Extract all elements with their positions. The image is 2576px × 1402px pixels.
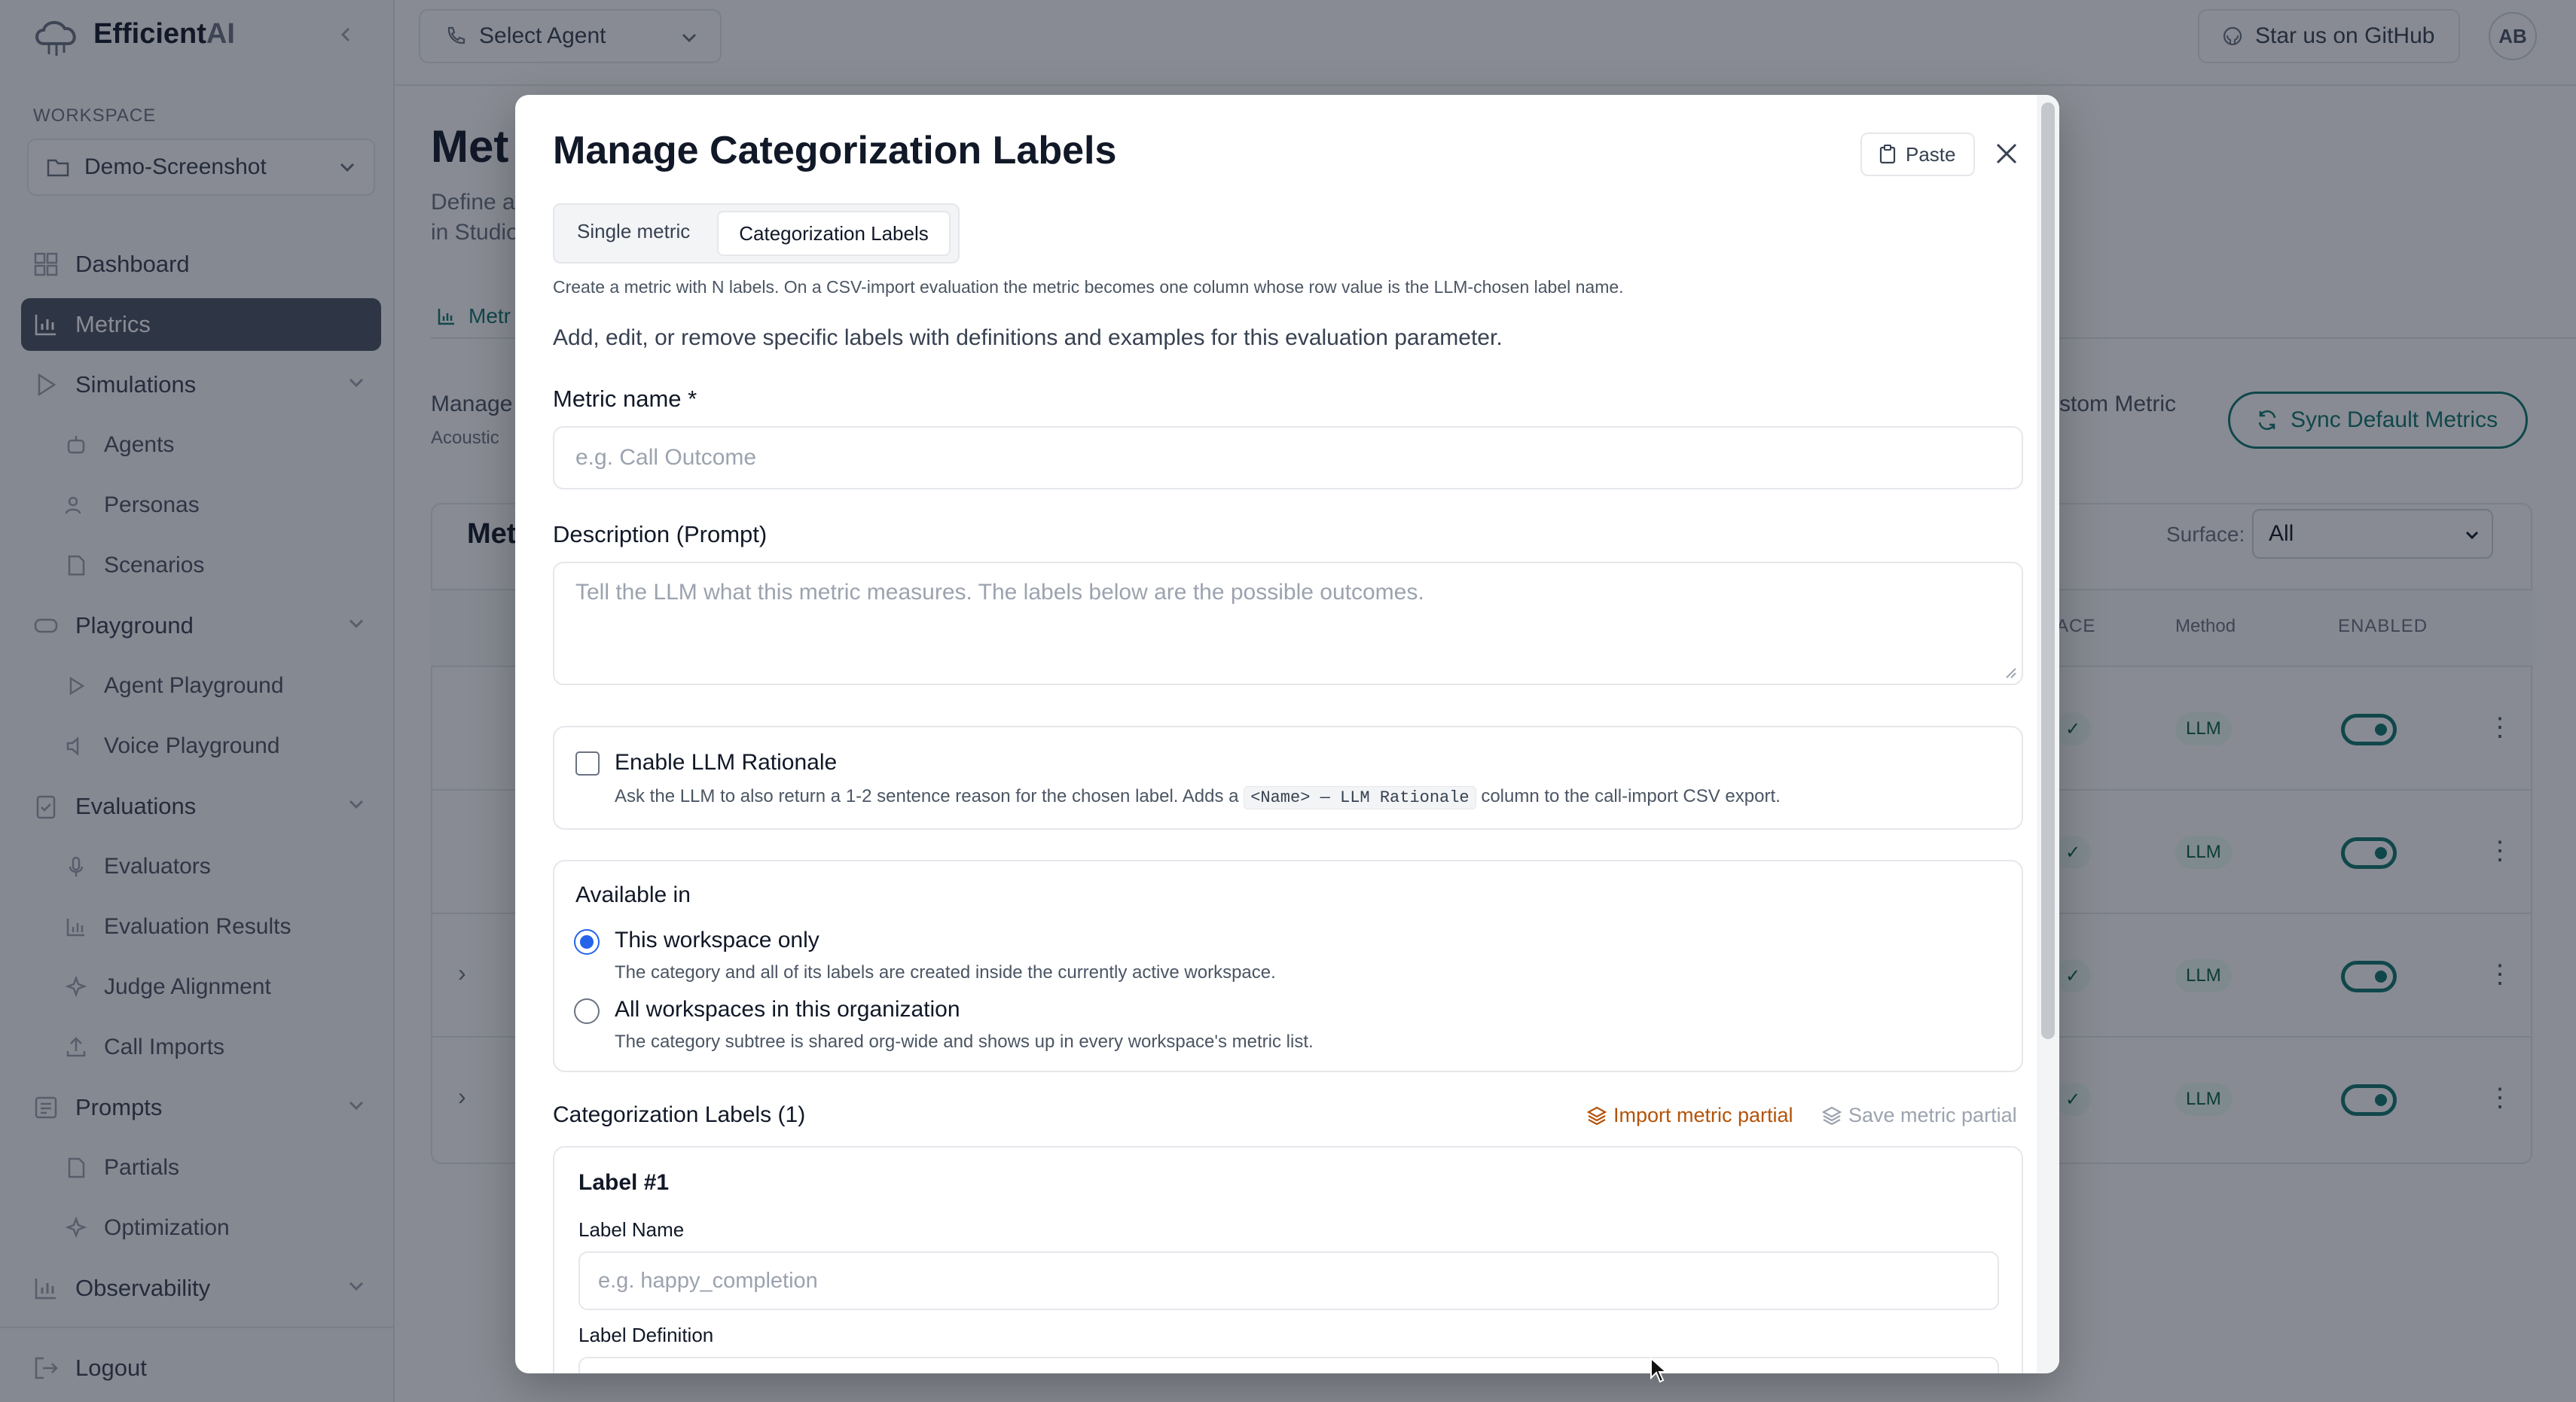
availability-card: Available in This workspace only The cat…: [553, 860, 2023, 1072]
import-partial-label: Import metric partial: [1613, 1104, 1793, 1126]
rationale-help-text: Ask the LLM to also return a 1-2 sentenc…: [615, 786, 1239, 806]
import-metric-partial-button[interactable]: Import metric partial: [1586, 1104, 1793, 1127]
rationale-column-code: <Name> — LLM Rationale: [1244, 786, 1476, 809]
manage-labels-modal: Manage Categorization Labels Paste Singl…: [515, 95, 2059, 1373]
modal-subtitle: Add, edit, or remove specific labels wit…: [553, 325, 1503, 350]
metric-name-label: Metric name *: [553, 386, 697, 412]
rationale-card: Enable LLM Rationale Ask the LLM to also…: [553, 726, 2023, 830]
label-name-placeholder: e.g. happy_completion: [598, 1268, 818, 1293]
label-name-label: Label Name: [578, 1218, 685, 1241]
save-partial-label: Save metric partial: [1848, 1104, 2017, 1126]
label-definition-label: Label Definition: [578, 1324, 714, 1346]
radio-dot: [580, 935, 594, 949]
available-in-label: Available in: [575, 882, 691, 907]
all-workspaces-radio[interactable]: [574, 998, 600, 1024]
label-definition-input[interactable]: [578, 1357, 1999, 1373]
tab-single-metric[interactable]: Single metric: [577, 220, 690, 243]
csv-helper-text: Create a metric with N labels. On a CSV-…: [553, 277, 1624, 297]
layers-icon: [1586, 1106, 1607, 1125]
labels-heading: Categorization Labels (1): [553, 1102, 806, 1127]
label-card-title: Label #1: [578, 1170, 670, 1195]
description-label: Description (Prompt): [553, 521, 768, 547]
workspace-only-help: The category and all of its labels are c…: [615, 962, 1276, 983]
workspace-only-label[interactable]: This workspace only: [615, 928, 819, 953]
metric-name-input[interactable]: e.g. Call Outcome: [553, 426, 2023, 489]
all-workspaces-label[interactable]: All workspaces in this organization: [615, 997, 960, 1023]
paste-label: Paste: [1906, 142, 1956, 166]
clipboard-icon: [1879, 145, 1896, 164]
all-workspaces-help: The category subtree is shared org-wide …: [615, 1032, 1314, 1052]
label-name-input[interactable]: e.g. happy_completion: [578, 1251, 1999, 1310]
description-placeholder: Tell the LLM what this metric measures. …: [575, 580, 1424, 605]
metric-name-placeholder: e.g. Call Outcome: [575, 445, 757, 470]
modal-scrollbar-track[interactable]: [2037, 95, 2059, 1373]
mouse-cursor-icon: [1650, 1357, 1668, 1384]
metric-type-tabs: Single metric Categorization Labels: [553, 203, 960, 264]
rationale-title: Enable LLM Rationale: [615, 750, 838, 775]
resize-handle-icon[interactable]: [2004, 666, 2017, 679]
save-metric-partial-button[interactable]: Save metric partial: [1821, 1104, 2017, 1127]
description-textarea[interactable]: Tell the LLM what this metric measures. …: [553, 562, 2023, 685]
close-icon[interactable]: [1993, 140, 2020, 167]
modal-scrollbar-thumb[interactable]: [2041, 102, 2055, 1039]
label-card: Label #1 Label Name e.g. happy_completio…: [553, 1146, 2023, 1373]
modal-title: Manage Categorization Labels: [553, 129, 1117, 172]
paste-button[interactable]: Paste: [1860, 133, 1975, 176]
layers-icon: [1821, 1106, 1842, 1125]
workspace-only-radio[interactable]: [574, 929, 600, 955]
rationale-help: Ask the LLM to also return a 1-2 sentenc…: [615, 786, 1781, 809]
tab-categorization-labels[interactable]: Categorization Labels: [717, 211, 951, 256]
rationale-help-text: column to the call-import CSV export.: [1481, 786, 1781, 806]
enable-rationale-checkbox[interactable]: [575, 751, 600, 776]
